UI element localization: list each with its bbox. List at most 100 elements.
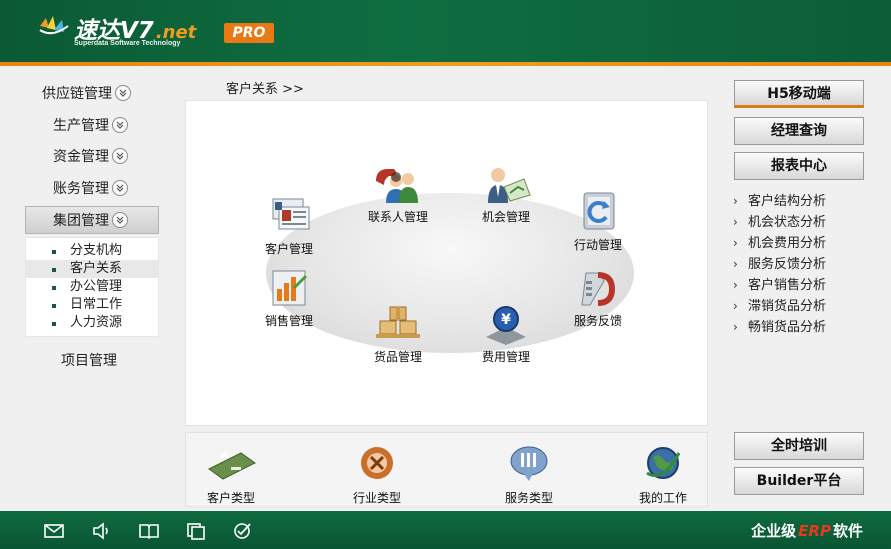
expense-yen-icon: ¥ — [486, 306, 526, 345]
logo-subtitle: Superdata Software Technology — [74, 40, 181, 47]
report-label: 客户销售分析 — [748, 278, 827, 293]
chevron-right-icon: › — [733, 236, 738, 250]
module-industry-type[interactable]: 行业类型 — [332, 443, 422, 506]
module-action-management[interactable]: 行动管理 — [553, 191, 643, 253]
module-label: 客户类型 — [206, 491, 255, 505]
nav-item-label: 生产管理 — [53, 117, 109, 134]
submenu-item-daily-work[interactable]: 日常工作 — [26, 296, 158, 314]
report-link[interactable]: › 机会费用分析 — [732, 233, 826, 254]
module-label: 费用管理 — [481, 350, 530, 364]
report-link[interactable]: › 机会状态分析 — [732, 212, 826, 233]
report-link[interactable]: › 客户结构分析 — [732, 191, 826, 212]
chevron-right-icon: › — [733, 299, 738, 313]
left-nav: 供应链管理 生产管理 资金管理 账务管理 集团管理 分支机构 客户关系 办公管理… — [25, 80, 159, 373]
contacts-phone-icon — [376, 169, 418, 203]
nav-project-management[interactable]: 项目管理 — [25, 349, 159, 373]
crm-module-panel: 客户管理 联系人管理 机会管理 行动管理 销售管理 服务反馈 货品管理 ¥ 费用… — [185, 100, 708, 426]
chevron-right-icon: › — [733, 320, 738, 334]
module-contacts-management[interactable]: 联系人管理 — [353, 163, 443, 225]
report-link[interactable]: › 滞销货品分析 — [732, 296, 826, 317]
book-icon[interactable] — [139, 522, 159, 540]
goods-boxes-icon — [376, 306, 420, 338]
manager-query-button[interactable]: 经理查询 — [734, 117, 864, 145]
app-header: 速达V7 .net Superdata Software Technology P… — [0, 0, 891, 62]
sales-chart-icon — [272, 270, 307, 306]
module-label: 联系人管理 — [367, 210, 428, 224]
group-submenu: 分支机构 客户关系 办公管理 日常工作 人力资源 — [25, 236, 159, 337]
module-label: 机会管理 — [481, 210, 530, 224]
breadcrumb: 客户关系 >> — [226, 82, 304, 97]
chevron-down-icon — [112, 116, 128, 133]
module-goods-management[interactable]: 货品管理 — [353, 303, 443, 365]
chevron-down-icon — [112, 179, 128, 196]
nav-supply-chain[interactable]: 供应链管理 — [25, 80, 159, 108]
module-label: 我的工作 — [638, 491, 687, 505]
report-link[interactable]: › 畅销货品分析 — [732, 317, 826, 338]
report-label: 畅销货品分析 — [748, 320, 827, 335]
module-label: 销售管理 — [264, 314, 313, 328]
submenu-item-office[interactable]: 办公管理 — [26, 278, 158, 296]
chevron-down-icon — [112, 212, 128, 228]
submenu-item-branches[interactable]: 分支机构 — [26, 242, 158, 260]
superdata-logo: 速达V7 .net Superdata Software Technology — [38, 8, 228, 52]
header-accent-line — [0, 62, 891, 66]
nav-item-label: 账务管理 — [53, 180, 109, 197]
module-customer-type[interactable]: 客户类型 — [186, 443, 276, 506]
h5-mobile-button[interactable]: H5移动端 — [734, 80, 864, 108]
service-type-icon — [510, 446, 548, 481]
footer-brand: 企业级 ERP 软件 — [751, 522, 863, 540]
module-label: 服务反馈 — [573, 314, 622, 328]
report-center-button[interactable]: 报表中心 — [734, 152, 864, 180]
check-icon[interactable] — [232, 522, 252, 540]
mail-icon[interactable] — [44, 522, 64, 540]
module-label: 行动管理 — [573, 238, 622, 252]
chevron-right-icon: › — [733, 278, 738, 292]
module-service-feedback[interactable]: 服务反馈 — [553, 267, 643, 329]
report-label: 滞销货品分析 — [748, 299, 827, 314]
pro-badge: PRO — [224, 23, 274, 43]
report-link[interactable]: › 服务反馈分析 — [732, 254, 826, 275]
report-label: 机会状态分析 — [748, 215, 827, 230]
module-opportunity-management[interactable]: 机会管理 — [461, 163, 551, 225]
module-expense-management[interactable]: ¥ 费用管理 — [461, 303, 551, 365]
module-label: 货品管理 — [373, 350, 422, 364]
report-label: 客户结构分析 — [748, 194, 827, 209]
report-link[interactable]: › 客户销售分析 — [732, 275, 826, 296]
nav-item-label: 集团管理 — [53, 213, 109, 229]
chevron-down-icon — [115, 85, 131, 101]
industry-type-icon — [361, 447, 393, 479]
module-label: 行业类型 — [352, 491, 401, 505]
report-list: › 客户结构分析 › 机会状态分析 › 机会费用分析 › 服务反馈分析 › 客户销售分析 … — [732, 191, 826, 338]
module-my-work[interactable]: 我的工作 — [618, 443, 708, 506]
nav-group-management[interactable]: 集团管理 — [25, 206, 159, 234]
submenu-item-crm[interactable]: 客户关系 — [26, 259, 158, 278]
nav-production[interactable]: 生产管理 — [25, 112, 159, 140]
svg-text:¥: ¥ — [501, 312, 511, 328]
chevron-right-icon: › — [733, 194, 738, 208]
nav-accounting[interactable]: 账务管理 — [25, 175, 159, 203]
report-label: 机会费用分析 — [748, 236, 827, 251]
nav-item-label: 资金管理 — [53, 149, 109, 165]
nav-funds[interactable]: 资金管理 — [25, 143, 159, 171]
chevron-right-icon: › — [733, 215, 738, 229]
opportunity-person-icon — [488, 168, 531, 203]
chevron-right-icon: › — [733, 257, 738, 271]
training-button[interactable]: 全时培训 — [734, 432, 864, 460]
service-phone-icon — [581, 272, 616, 306]
action-arrow-icon — [583, 192, 615, 230]
report-label: 服务反馈分析 — [748, 257, 827, 272]
submenu-item-hr[interactable]: 人力资源 — [26, 314, 158, 332]
module-service-type[interactable]: 服务类型 — [484, 443, 574, 506]
speaker-icon[interactable] — [92, 522, 112, 540]
category-panel: 客户类型 行业类型 服务类型 我的工作 — [185, 432, 708, 507]
module-customer-management[interactable]: 客户管理 — [244, 195, 334, 257]
module-sales-management[interactable]: 销售管理 — [244, 267, 334, 329]
copy-icon[interactable] — [186, 522, 206, 540]
my-work-globe-icon — [646, 447, 681, 479]
app-footer: 企业级 ERP 软件 — [0, 511, 891, 549]
chevron-down-icon — [112, 148, 128, 164]
logo-mark-icon — [39, 16, 69, 35]
module-label: 服务类型 — [504, 491, 553, 505]
builder-platform-button[interactable]: Builder平台 — [734, 467, 864, 495]
nav-item-label: 供应链管理 — [42, 86, 112, 102]
